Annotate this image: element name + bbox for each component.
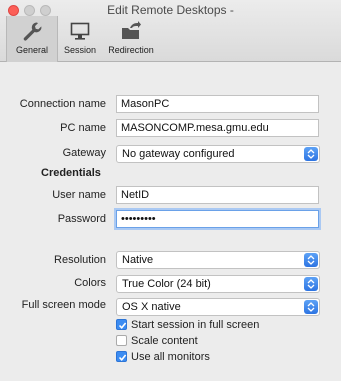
full-screen-mode-select[interactable]: OS X native bbox=[116, 298, 320, 316]
edit-remote-desktops-window: Edit Remote Desktops - General Session R… bbox=[0, 0, 341, 381]
colors-select-value: True Color (24 bit) bbox=[122, 278, 211, 290]
gateway-select[interactable]: No gateway configured bbox=[116, 145, 320, 163]
user-name-field[interactable] bbox=[116, 186, 319, 204]
tab-session-label: Session bbox=[63, 45, 97, 55]
connection-name-field[interactable] bbox=[116, 95, 319, 113]
scale-content-label: Scale content bbox=[131, 335, 198, 347]
checkbox-checked-icon bbox=[116, 318, 127, 330]
wrench-icon bbox=[23, 22, 42, 41]
credentials-heading: Credentials bbox=[41, 167, 101, 179]
password-field[interactable] bbox=[116, 210, 319, 228]
colors-label: Colors bbox=[74, 277, 106, 289]
window-title: Edit Remote Desktops - bbox=[107, 3, 234, 17]
password-label: Password bbox=[57, 213, 106, 225]
gateway-label: Gateway bbox=[62, 147, 106, 159]
updown-arrows-icon bbox=[304, 253, 318, 267]
resolution-label: Resolution bbox=[54, 254, 106, 266]
start-full-screen-label: Start session in full screen bbox=[131, 319, 260, 331]
tab-general-label: General bbox=[15, 45, 49, 55]
checkbox-checked-icon bbox=[116, 350, 127, 362]
scale-content-checkbox[interactable]: Scale content bbox=[116, 334, 198, 349]
start-full-screen-checkbox[interactable]: Start session in full screen bbox=[116, 318, 260, 333]
checkbox-unchecked-icon bbox=[116, 334, 127, 346]
general-settings-panel: Connection name PC name Gateway No gatew… bbox=[0, 63, 341, 381]
tab-redirection[interactable]: Redirection bbox=[104, 16, 158, 62]
connection-name-label: Connection name bbox=[19, 98, 106, 110]
gateway-select-value: No gateway configured bbox=[122, 148, 235, 160]
resolution-select-value: Native bbox=[122, 254, 154, 266]
updown-arrows-icon bbox=[304, 300, 318, 314]
tab-session[interactable]: Session bbox=[60, 16, 100, 62]
folder-share-icon bbox=[122, 21, 141, 39]
resolution-select[interactable]: Native bbox=[116, 251, 320, 269]
updown-arrows-icon bbox=[304, 147, 318, 161]
tab-redirection-label: Redirection bbox=[108, 45, 154, 55]
title-bar: Edit Remote Desktops - General Session R… bbox=[0, 0, 341, 62]
monitor-icon bbox=[70, 22, 90, 40]
use-all-monitors-checkbox[interactable]: Use all monitors bbox=[116, 350, 210, 365]
updown-arrows-icon bbox=[304, 277, 318, 291]
use-all-monitors-label: Use all monitors bbox=[131, 351, 210, 363]
user-name-label: User name bbox=[52, 189, 106, 201]
pc-name-field[interactable] bbox=[116, 119, 319, 137]
full-screen-mode-select-value: OS X native bbox=[122, 301, 181, 313]
tab-general[interactable]: General bbox=[6, 16, 58, 62]
full-screen-mode-label: Full screen mode bbox=[21, 299, 106, 311]
pc-name-label: PC name bbox=[60, 122, 106, 134]
colors-select[interactable]: True Color (24 bit) bbox=[116, 275, 320, 293]
